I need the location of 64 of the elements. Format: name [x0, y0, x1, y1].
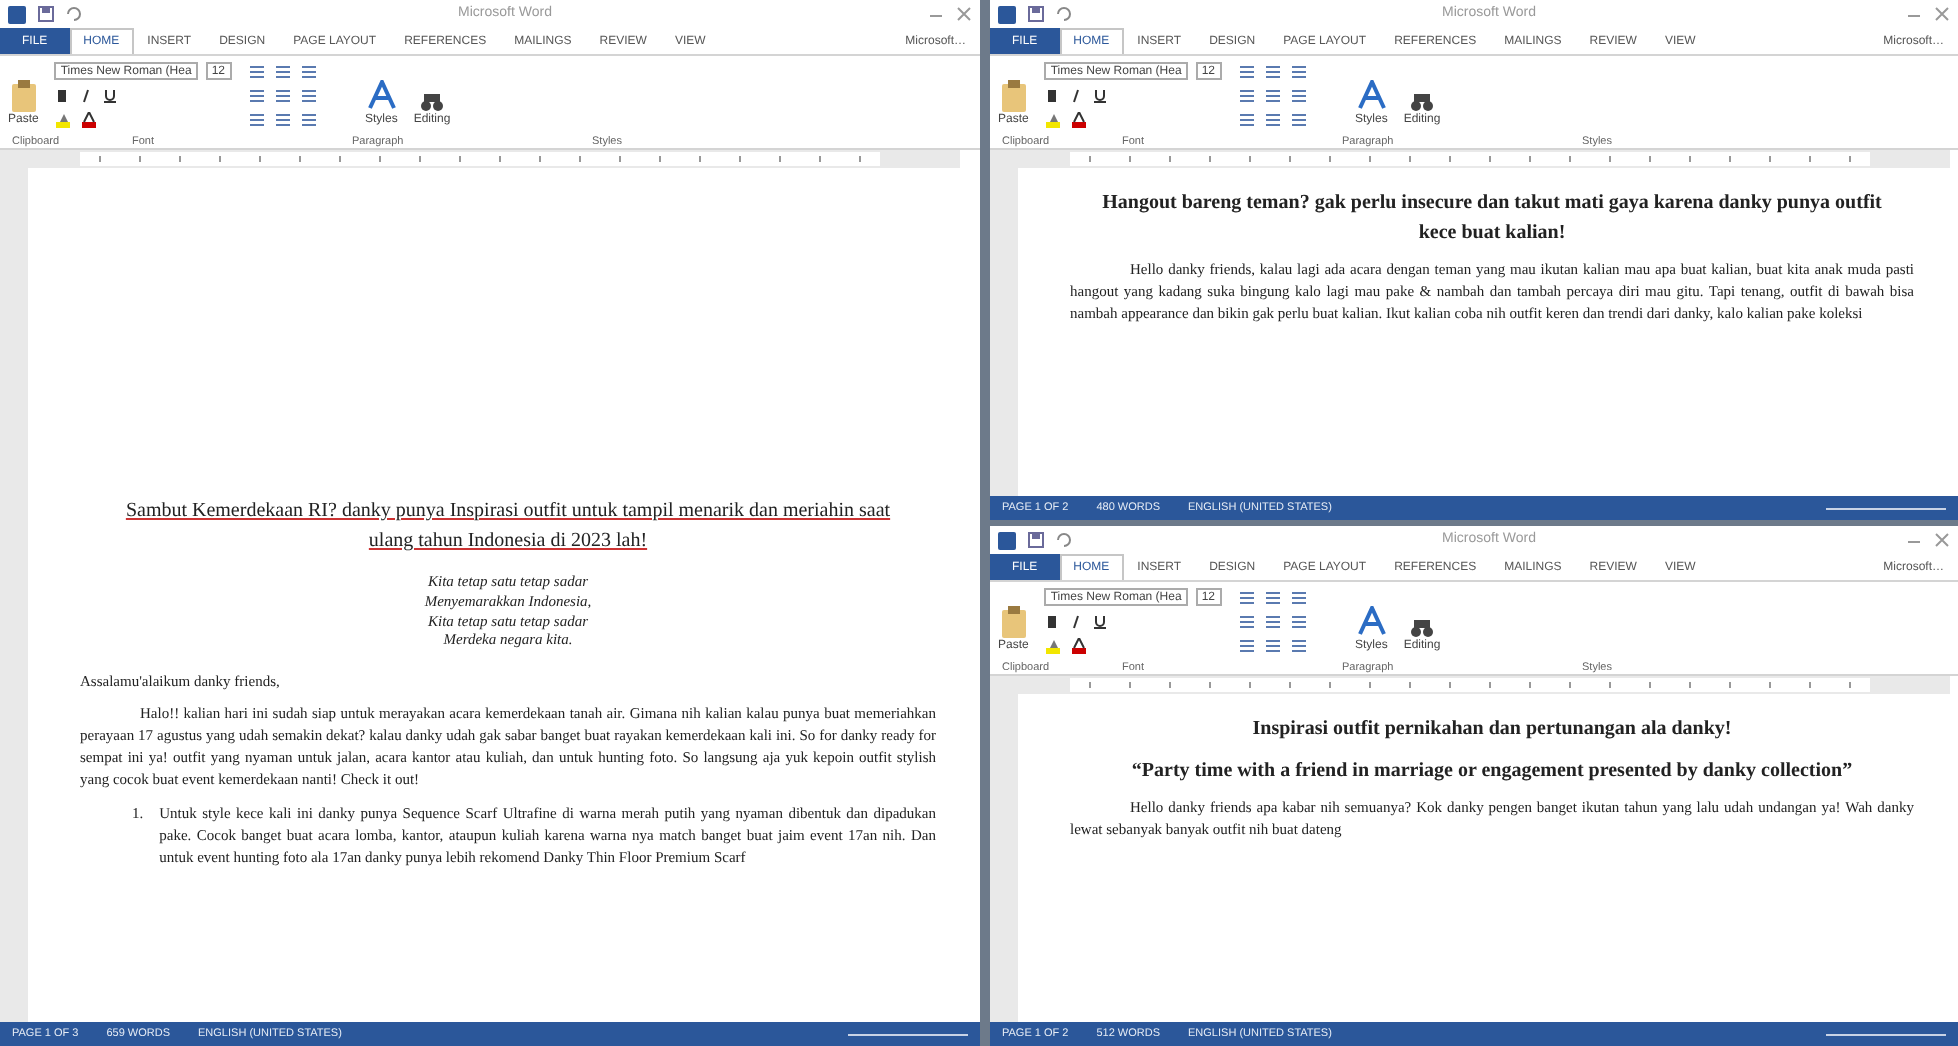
document-heading: Sambut Kemerdekaan RI? danky punya Inspirasi outfit untuk tampil menarik dan meriahin saat ulang tahun Indonesia di 2023 lah! [123, 498, 893, 556]
styles-icon[interactable] [1355, 606, 1388, 638]
close-icon[interactable] [1934, 532, 1950, 548]
italic-icon[interactable] [78, 88, 95, 104]
indent-icon[interactable] [1289, 111, 1307, 127]
close-icon[interactable] [1934, 6, 1950, 22]
bullets-icon[interactable] [299, 63, 317, 79]
underline-icon[interactable] [1092, 88, 1109, 104]
bullets-icon[interactable] [1263, 589, 1281, 605]
binoculars-icon[interactable] [420, 92, 445, 112]
word-logo-icon[interactable] [998, 5, 1016, 23]
italic-icon[interactable] [1068, 88, 1085, 104]
indent-icon[interactable] [273, 111, 291, 127]
save-icon[interactable] [1028, 532, 1044, 548]
bullets-icon[interactable] [1289, 589, 1307, 605]
highlight-icon[interactable] [1044, 638, 1063, 654]
indent-icon[interactable] [1263, 637, 1281, 653]
bullets-icon[interactable] [273, 63, 291, 79]
word-logo-icon[interactable] [998, 531, 1016, 549]
italic-icon[interactable] [1068, 614, 1085, 630]
indent-icon[interactable] [1263, 111, 1281, 127]
bullets-icon[interactable] [247, 63, 265, 79]
align-icon[interactable] [299, 87, 317, 103]
bullets-icon[interactable] [1289, 63, 1307, 79]
paste-icon[interactable] [9, 80, 38, 112]
align-icon[interactable] [247, 87, 265, 103]
undo-icon[interactable] [1056, 6, 1072, 22]
styles-icon[interactable] [365, 80, 398, 112]
word-logo-icon[interactable] [8, 5, 26, 23]
highlight-icon[interactable] [54, 112, 73, 128]
save-icon[interactable] [1028, 6, 1044, 22]
highlight-icon[interactable] [1044, 112, 1063, 128]
binoculars-icon[interactable] [1410, 92, 1435, 112]
font-color-icon[interactable] [1070, 112, 1089, 128]
align-icon[interactable] [273, 87, 291, 103]
bullets-icon[interactable] [1237, 589, 1255, 605]
indent-icon[interactable] [299, 111, 317, 127]
align-icon[interactable] [1289, 613, 1307, 629]
align-icon[interactable] [1263, 87, 1281, 103]
align-icon[interactable] [1263, 613, 1281, 629]
document-quote: “Party time with a friend in marriage or engagement presented by danky collection” [1130, 758, 1854, 786]
undo-icon[interactable] [1056, 532, 1072, 548]
indent-icon[interactable] [1289, 637, 1307, 653]
bullets-icon[interactable] [1263, 63, 1281, 79]
binoculars-icon[interactable] [1410, 618, 1435, 638]
styles-icon[interactable] [1355, 80, 1388, 112]
document-heading: Hangout bareng teman? gak perlu insecure dan takut mati gaya karena danky punya outfit kece buat kalian! [1100, 190, 1884, 248]
indent-icon[interactable] [247, 111, 265, 127]
save-icon[interactable] [38, 6, 54, 22]
align-icon[interactable] [1237, 613, 1255, 629]
document-heading: Inspirasi outfit pernikahan dan pertunangan ala danky! [1250, 716, 1734, 744]
align-icon[interactable] [1237, 87, 1255, 103]
indent-icon[interactable] [1237, 111, 1255, 127]
undo-icon[interactable] [66, 6, 82, 22]
bullets-icon[interactable] [1237, 63, 1255, 79]
font-color-icon[interactable] [80, 112, 99, 128]
underline-icon[interactable] [102, 88, 119, 104]
indent-icon[interactable] [1237, 637, 1255, 653]
font-color-icon[interactable] [1070, 638, 1089, 654]
paste-icon[interactable] [999, 80, 1028, 112]
underline-icon[interactable] [1092, 614, 1109, 630]
align-icon[interactable] [1289, 87, 1307, 103]
close-icon[interactable] [956, 6, 972, 22]
paste-icon[interactable] [999, 606, 1028, 638]
